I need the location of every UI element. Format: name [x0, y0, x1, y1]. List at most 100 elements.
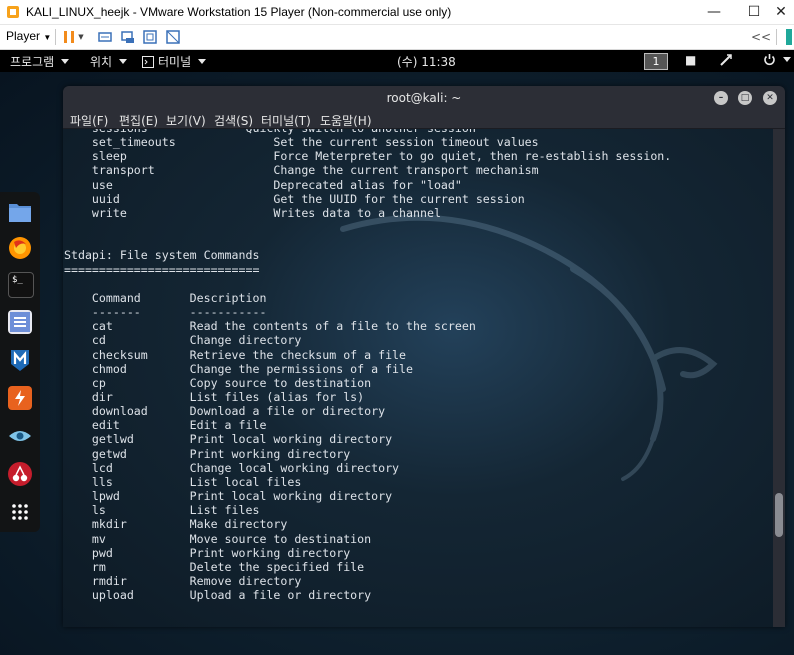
- terminal-line: checksum Retrieve the checksum of a file: [64, 347, 407, 362]
- close-button[interactable]: ✕: [768, 0, 794, 24]
- terminal-maximize-button[interactable]: □: [738, 91, 752, 105]
- chevron-down-icon: [119, 59, 128, 64]
- network-indicator[interactable]: [719, 53, 733, 67]
- terminal-output-area[interactable]: sessions Quickly switch to another sessi…: [63, 129, 773, 627]
- terminal-line: lls List local files: [64, 474, 302, 489]
- terminal-line: sleep Force Meterpreter to go quiet, the…: [64, 149, 672, 164]
- pause-dropdown[interactable]: ▼: [76, 28, 86, 46]
- video-indicator[interactable]: ■: [685, 53, 696, 67]
- eye-icon: [9, 431, 31, 441]
- menu-search[interactable]: 검색(S): [214, 112, 253, 129]
- dock-metasploit[interactable]: [8, 348, 32, 372]
- player-menu-label: Player: [6, 29, 41, 43]
- chevron-down-icon: [783, 57, 791, 62]
- terminal-line: uuid Get the UUID for the current sessio…: [64, 191, 525, 206]
- camera-icon: ■: [685, 53, 697, 67]
- terminal-line: chmod Change the permissions of a file: [64, 361, 414, 376]
- send-ctrl-alt-del-button[interactable]: [96, 28, 114, 46]
- terminal-scrollbar[interactable]: [773, 129, 785, 627]
- vmware-window-title: KALI_LINUX_heejk - VMware Workstation 15…: [26, 5, 452, 19]
- workspace-indicator[interactable]: 1: [644, 53, 668, 70]
- terminal-line: sessions Quickly switch to another sessi…: [64, 129, 476, 135]
- minimize-button[interactable]: —: [694, 0, 734, 24]
- chevron-down-icon: [198, 59, 207, 64]
- menu-edit[interactable]: 편집(E): [119, 112, 158, 129]
- terminal-line: getwd Print working directory: [64, 446, 351, 461]
- dock-files[interactable]: [8, 200, 32, 224]
- removable-devices-button[interactable]: [119, 28, 137, 46]
- removable-devices-icon: [121, 31, 134, 43]
- terminal-minimize-button[interactable]: –: [714, 91, 728, 105]
- terminal-line: rmdir Remove directory: [64, 574, 302, 588]
- terminal-line: use Deprecated alias for "load": [64, 177, 462, 192]
- fullscreen-button[interactable]: [141, 28, 159, 46]
- dock-terminal[interactable]: $_: [8, 272, 34, 298]
- terminal-line: cp Copy source to destination: [64, 375, 372, 390]
- close-icon: ✕: [766, 93, 774, 103]
- terminal-line: write Writes data to a channel: [64, 205, 441, 220]
- clock[interactable]: (수) 11:38: [397, 53, 456, 70]
- terminal-line: lpwd Print local working directory: [64, 489, 393, 504]
- terminal-title-bar[interactable]: root@kali: ~ – □ ✕: [63, 86, 785, 110]
- minimize-icon: –: [718, 93, 724, 103]
- fullscreen-icon: [143, 30, 157, 44]
- chevron-down-icon: [61, 59, 70, 64]
- menu-file[interactable]: 파일(F): [70, 112, 108, 129]
- minimize-icon: —: [707, 4, 721, 20]
- send-ctrl-alt-del-icon: [98, 32, 112, 42]
- dock: $_: [0, 192, 40, 532]
- terminal-app-menu[interactable]: 터미널: [142, 53, 207, 70]
- dock-cherrytree[interactable]: [8, 462, 32, 486]
- power-menu[interactable]: [763, 53, 791, 66]
- vmware-title-bar: KALI_LINUX_heejk - VMware Workstation 15…: [0, 0, 794, 25]
- terminal-line: ============================: [64, 262, 260, 277]
- terminal-line: download Download a file or directory: [64, 404, 386, 419]
- terminal-line: pwd Print working directory: [64, 545, 351, 560]
- dock-burpsuite[interactable]: [8, 386, 32, 410]
- programs-menu-label: 프로그램: [10, 55, 55, 69]
- terminal-line: transport Change the current transport m…: [64, 163, 539, 178]
- terminal-line: mkdir Make directory: [64, 517, 288, 532]
- maximize-icon: ☐: [747, 4, 761, 20]
- close-icon: ✕: [775, 4, 787, 20]
- dock-eye-app[interactable]: [8, 424, 32, 448]
- terminal-window: root@kali: ~ – □ ✕ 파일(F) 편집(E) 보기(V) 검색(…: [63, 86, 785, 627]
- gnome-top-bar: 프로그램 위치 터미널 (수) 11:38 1 ■: [0, 50, 794, 72]
- places-menu-label: 위치: [90, 55, 113, 69]
- player-menu-button[interactable]: Player ▼: [6, 29, 51, 43]
- terminal-line: ls List files: [64, 503, 260, 518]
- terminal-line: ------- -----------: [64, 305, 267, 320]
- terminal-line: Command Description: [64, 290, 267, 305]
- programs-menu[interactable]: 프로그램: [10, 53, 70, 70]
- terminal-line: cd Change directory: [64, 333, 302, 348]
- places-menu[interactable]: 위치: [90, 53, 128, 70]
- collapse-toolbar-button[interactable]: <<: [750, 28, 772, 46]
- scrollbar-thumb[interactable]: [775, 493, 783, 537]
- unity-button[interactable]: [164, 28, 182, 46]
- dock-app-grid[interactable]: [8, 500, 32, 524]
- unity-icon: [166, 30, 180, 44]
- burpsuite-icon: [15, 390, 25, 406]
- power-icon: [764, 54, 775, 66]
- collapse-icon: <<: [750, 30, 772, 44]
- terminal-line: getlwd Print local working directory: [64, 432, 393, 447]
- firefox-icon: [9, 237, 31, 259]
- menu-help[interactable]: 도움말(H): [320, 112, 372, 129]
- chevron-down-icon: ▼: [78, 33, 84, 41]
- menu-view[interactable]: 보기(V): [166, 112, 206, 129]
- terminal-line: upload Upload a file or directory: [64, 588, 372, 603]
- pause-icon: [64, 31, 74, 43]
- terminal-title: root@kali: ~: [386, 91, 462, 105]
- network-icon: [720, 54, 732, 66]
- terminal-line: cat Read the contents of a file to the s…: [64, 319, 476, 334]
- menu-terminal[interactable]: 터미널(T): [261, 112, 311, 129]
- terminal-line: Stdapi: File system Commands: [64, 248, 260, 263]
- vmware-toolbar: Player ▼ ▼ <<: [0, 25, 794, 50]
- terminal-menu-bar: 파일(F) 편집(E) 보기(V) 검색(S) 터미널(T) 도움말(H): [63, 110, 785, 129]
- terminal-app-label: 터미널: [158, 55, 192, 69]
- dock-firefox[interactable]: [8, 236, 32, 260]
- terminal-close-button[interactable]: ✕: [763, 91, 777, 105]
- sidebar-handle[interactable]: [786, 29, 792, 45]
- app-grid-icon: [12, 504, 28, 520]
- dock-text-editor[interactable]: [8, 310, 32, 334]
